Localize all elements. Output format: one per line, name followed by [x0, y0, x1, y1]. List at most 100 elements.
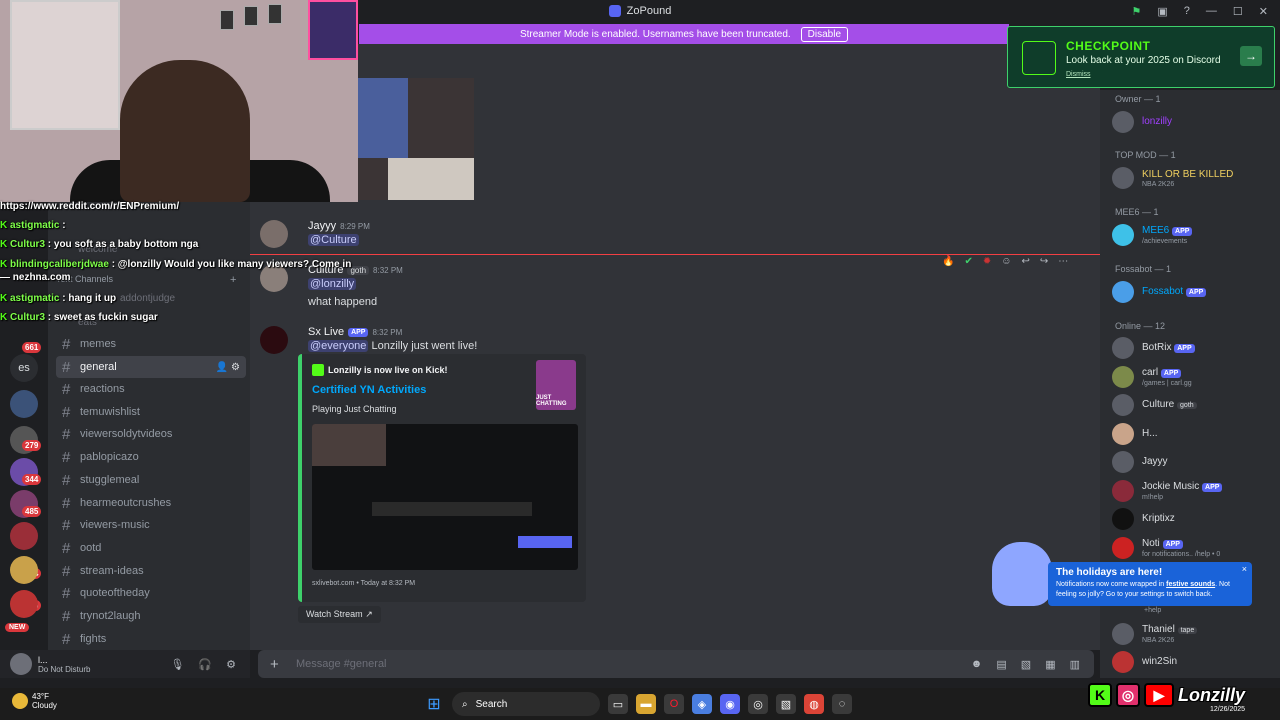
arrow-right-icon[interactable]: → — [1240, 46, 1262, 66]
virus-reaction-icon[interactable]: ✹ — [983, 256, 991, 267]
emoji-icon[interactable]: ▦ — [1045, 658, 1055, 671]
avatar[interactable] — [10, 653, 32, 675]
member-item[interactable]: Culture goth — [1112, 391, 1272, 419]
hash-icon: # — [62, 403, 71, 421]
activity-icon[interactable]: ▥ — [1070, 658, 1080, 671]
close-icon[interactable]: × — [1242, 564, 1247, 574]
message-author[interactable]: Jayyy — [308, 220, 336, 232]
channel-item-stugglemeal[interactable]: # stugglemeal — [56, 469, 246, 491]
chat-line: https://www.reddit.com/r/ENPremium/ — [0, 200, 179, 213]
embed-image[interactable] — [312, 424, 578, 570]
app-icon[interactable]: ◎ — [748, 694, 768, 714]
capcut-icon[interactable]: ▧ — [776, 694, 796, 714]
reply-icon[interactable]: ↩ — [1021, 256, 1029, 267]
embed-thumbnail[interactable]: JUST CHATTING — [536, 360, 576, 410]
member-item[interactable]: lonzilly — [1112, 108, 1272, 136]
channel-item-pablopicazo[interactable]: # pablopicazo — [56, 446, 246, 468]
channel-item-trynot2laugh[interactable]: # trynot2laugh — [56, 605, 246, 627]
close-button[interactable]: ✕ — [1259, 5, 1268, 18]
channel-item-reactions[interactable]: # reactions — [56, 378, 246, 400]
member-item[interactable]: MEE6 APP/achievements — [1112, 221, 1272, 249]
channel-settings-icon[interactable]: 👤 ⚙ — [216, 362, 246, 373]
message[interactable]: Culture goth 8:32 PM @lonzilly what happ… — [260, 264, 1080, 308]
file-explorer-icon[interactable]: ▬ — [636, 694, 656, 714]
es-server[interactable]: es — [10, 354, 38, 382]
attach-icon[interactable]: + — [270, 656, 296, 673]
flag-icon[interactable]: ⚑ — [1132, 5, 1142, 18]
taskbar-search[interactable]: ⌕ Search — [452, 692, 600, 716]
member-item[interactable]: win2Sin — [1112, 648, 1272, 676]
minimize-button[interactable]: — — [1206, 5, 1217, 17]
message[interactable]: Jayyy 8:29 PM @Culture — [260, 220, 1080, 250]
member-item[interactable]: BotRix APP — [1112, 334, 1272, 362]
mention[interactable]: @everyone — [308, 340, 369, 352]
secondary-cam — [358, 78, 474, 200]
member-item[interactable]: KILL OR BE KILLED NBA 2K26 — [1112, 164, 1272, 192]
more-icon[interactable]: ⋯ — [1058, 256, 1068, 267]
channel-item-temuwishlist[interactable]: # temuwishlist — [56, 401, 246, 423]
maximize-button[interactable]: ☐ — [1233, 5, 1243, 18]
opera-icon[interactable]: O — [664, 694, 684, 714]
help-icon[interactable]: ? — [1184, 5, 1190, 17]
server-avatar[interactable] — [10, 590, 38, 618]
task-view-icon[interactable]: ▭ — [608, 694, 628, 714]
channel-item-stream-ideas[interactable]: # stream-ideas — [56, 560, 246, 582]
member-item[interactable]: Kriptixz — [1112, 505, 1272, 533]
chrome-icon[interactable]: ◍ — [804, 694, 824, 714]
member-item[interactable]: Jockie Music APP m!help — [1112, 477, 1272, 505]
member-item[interactable]: Noti APP for notifications.. /help • 0 — [1112, 534, 1272, 562]
channel-item-viewersoldytvideos[interactable]: # viewersoldytvideos — [56, 423, 246, 445]
fire-reaction-icon[interactable]: 🔥 — [942, 256, 954, 267]
obs-icon[interactable]: ◌ — [832, 694, 852, 714]
app-icon[interactable]: ☻ — [971, 658, 983, 671]
server-avatar[interactable] — [10, 390, 38, 418]
headphones-icon[interactable]: 🎧 — [198, 658, 212, 671]
discord-window: ZoPound ⚑ ▣ ? — ☐ ✕ Streamer Mode is ena… — [0, 0, 1280, 720]
channel-item-fights[interactable]: # fights — [56, 628, 246, 650]
forward-icon[interactable]: ↪ — [1040, 256, 1048, 267]
member-item[interactable]: Fossabot APP — [1112, 278, 1272, 306]
gear-icon[interactable]: ⚙ — [226, 658, 236, 671]
member-group-header: Owner — 1 — [1115, 94, 1161, 104]
message-input[interactable] — [296, 658, 971, 670]
inbox-icon[interactable]: ▣ — [1157, 5, 1167, 18]
weather-widget[interactable]: 43°F Cloudy — [12, 692, 57, 710]
checkpoint-card[interactable]: CHECKPOINT Look back at your 2025 on Dis… — [1007, 26, 1275, 88]
server-avatar[interactable] — [10, 556, 38, 584]
avatar[interactable] — [260, 220, 288, 248]
cam-light — [388, 158, 474, 200]
sticker-icon[interactable]: ▧ — [1021, 658, 1031, 671]
channel-item-general[interactable]: # general 👤 ⚙ — [56, 356, 246, 378]
user-info[interactable]: l... Do Not Disturb — [38, 655, 90, 674]
channel-item-ootd[interactable]: # ootd — [56, 537, 246, 559]
discord-icon[interactable]: ◉ — [720, 694, 740, 714]
message-author[interactable]: Sx Live — [308, 326, 344, 338]
disable-button[interactable]: Disable — [800, 26, 849, 42]
member-item[interactable]: carl APP/games | carl.gg — [1112, 363, 1272, 391]
channel-item-viewers-music[interactable]: # viewers-music — [56, 514, 246, 536]
channel-item-hearmeoutcrushes[interactable]: # hearmeoutcrushes — [56, 492, 246, 514]
avatar[interactable] — [260, 326, 288, 354]
add-reaction-icon[interactable]: ☺ — [1001, 256, 1011, 267]
gif-icon[interactable]: ▤ — [996, 658, 1006, 671]
dismiss-link[interactable]: Dismiss — [1066, 71, 1091, 78]
chat-text: : — [62, 220, 66, 231]
member-item[interactable]: Jayyy — [1112, 448, 1272, 476]
embed-title[interactable]: Certified YN Activities — [312, 384, 426, 396]
chat-text: : sweet as fuckin sugar — [47, 312, 158, 323]
mention[interactable]: @Culture — [308, 234, 359, 246]
channel-item-memes[interactable]: # memes — [56, 333, 246, 355]
member-item[interactable]: H... — [1112, 420, 1272, 448]
copilot-icon[interactable]: ◈ — [692, 694, 712, 714]
microphone-icon[interactable]: 🎙 — [170, 658, 184, 671]
hash-icon: # — [62, 607, 71, 625]
windows-start-icon[interactable]: ⊞ — [424, 694, 444, 714]
channel-item-quoteoftheday[interactable]: # quoteoftheday — [56, 582, 246, 604]
festive-sounds-link[interactable]: festive sounds — [1166, 581, 1215, 588]
server-avatar[interactable] — [10, 522, 38, 550]
member-item[interactable]: Thaniel tape NBA 2K26 — [1112, 620, 1272, 648]
watch-stream-button[interactable]: Watch Stream ↗ — [298, 606, 381, 623]
message[interactable]: Sx Live APP 8:32 PM @everyone Lonzilly j… — [260, 326, 1080, 354]
check-reaction-icon[interactable]: ✔ — [964, 256, 972, 267]
avatar — [1112, 480, 1134, 502]
